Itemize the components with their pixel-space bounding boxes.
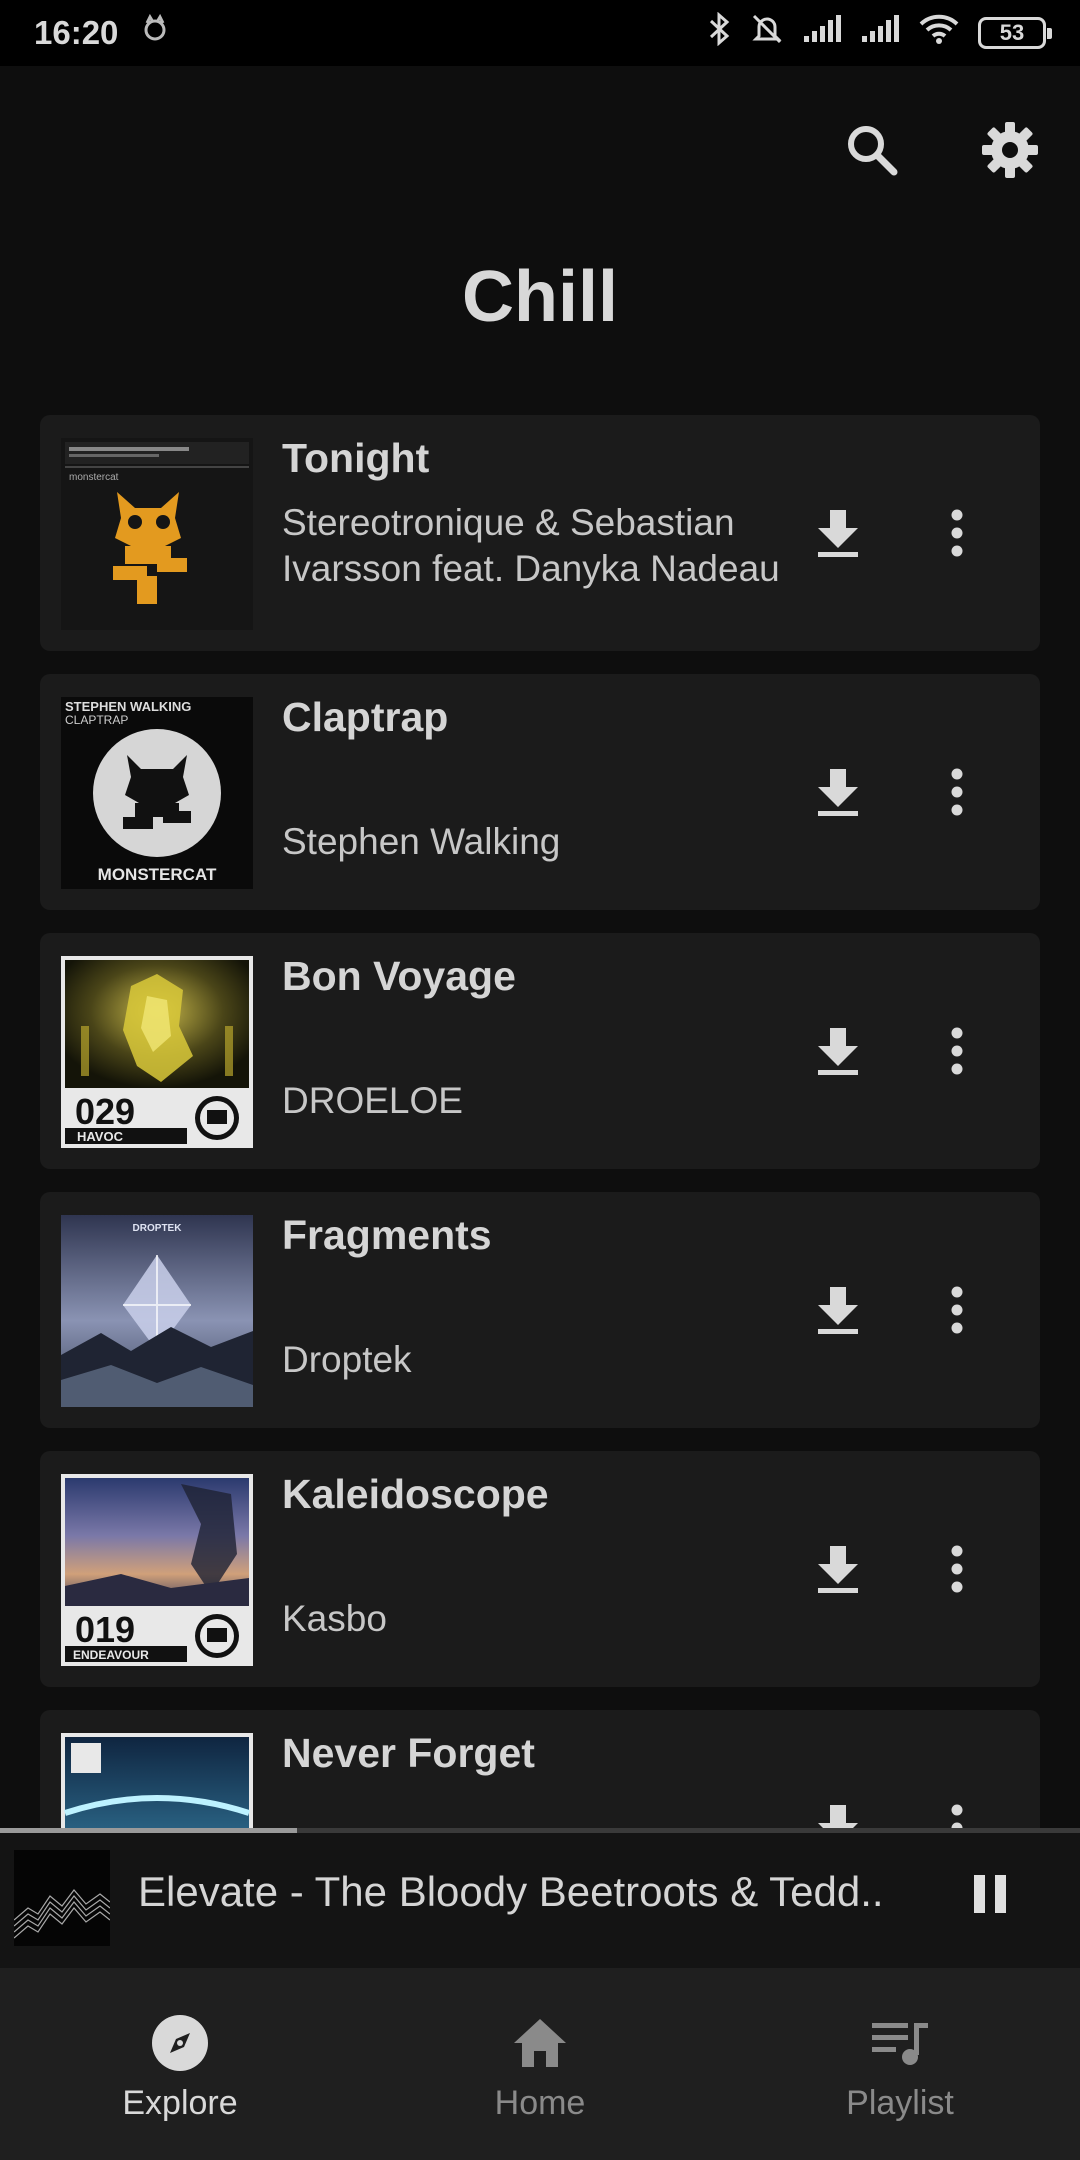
signal-icon <box>860 14 900 52</box>
song-title: Kaleidoscope <box>282 1471 549 1517</box>
cover-label: STEPHEN WALKING <box>65 699 191 714</box>
battery-icon: 53 <box>978 17 1052 49</box>
song-card[interactable]: monstercat Tonight Stereotronique & Seba… <box>40 415 1040 651</box>
battery-level: 53 <box>999 20 1025 45</box>
playlist-icon <box>870 2012 930 2074</box>
playback-progress-fill <box>0 1828 297 1833</box>
search-icon[interactable] <box>838 116 906 184</box>
album-cover: DROPTEK <box>61 1215 253 1407</box>
download-icon <box>818 769 858 816</box>
download-icon <box>818 1028 858 1075</box>
download-button[interactable] <box>803 498 873 568</box>
album-cover: STEPHEN WALKING CLAPTRAP MONSTERCAT <box>61 697 253 889</box>
home-icon <box>510 2012 570 2074</box>
nav-explore[interactable]: Explore <box>0 1968 360 2160</box>
playback-progress-track[interactable] <box>0 1828 1080 1833</box>
status-time: 16:20 <box>34 14 119 51</box>
download-icon <box>818 1287 858 1334</box>
song-title: Claptrap <box>282 694 449 740</box>
more-options-button[interactable] <box>937 1016 977 1086</box>
cover-label: DROPTEK <box>133 1223 183 1234</box>
song-list: monstercat Tonight Stereotronique & Seba… <box>40 415 1040 1969</box>
bottom-navigation: Explore Home Playlist <box>0 1968 1080 2160</box>
pause-icon <box>974 1875 1006 1913</box>
more-options-button[interactable] <box>937 498 977 568</box>
song-artist: Droptek <box>282 1339 412 1380</box>
song-artist: Kasbo <box>282 1598 387 1639</box>
more-vert-icon <box>951 1027 963 1075</box>
nav-label: Home <box>494 2083 586 2122</box>
gear-icon[interactable] <box>976 116 1044 184</box>
cover-sub: HAVOC <box>77 1129 124 1144</box>
top-app-bar <box>0 66 1080 232</box>
song-card[interactable]: 029 HAVOC Bon Voyage DROELOE <box>40 933 1040 1169</box>
song-artist: Stephen Walking <box>282 821 561 862</box>
wifi-icon <box>918 13 960 53</box>
download-button[interactable] <box>803 1275 873 1345</box>
album-cover: 019 ENDEAVOUR <box>61 1474 253 1666</box>
song-artist: DROELOE <box>282 1080 463 1121</box>
nav-label: Playlist <box>846 2083 954 2122</box>
cover-number: 019 <box>75 1609 135 1650</box>
cover-number: 029 <box>75 1091 135 1132</box>
more-options-button[interactable] <box>937 1275 977 1345</box>
nav-label: Explore <box>122 2083 238 2122</box>
download-button[interactable] <box>803 1534 873 1604</box>
bluetooth-icon <box>708 11 732 54</box>
song-card[interactable]: STEPHEN WALKING CLAPTRAP MONSTERCAT Clap… <box>40 674 1040 910</box>
song-artist: Stereotronique & Sebastian Ivarsson feat… <box>282 502 780 589</box>
pause-button[interactable] <box>960 1864 1020 1924</box>
mini-player[interactable]: Elevate - The Bloody Beetroots & Tedd.. <box>0 1828 1080 1968</box>
now-playing-cover <box>14 1850 110 1946</box>
song-card[interactable]: DROPTEK Fragments Droptek <box>40 1192 1040 1428</box>
compass-icon <box>150 2012 210 2074</box>
song-title: Never Forget <box>282 1730 535 1776</box>
nav-home[interactable]: Home <box>360 1968 720 2160</box>
album-cover: 029 HAVOC <box>61 956 253 1148</box>
signal-icon <box>802 14 842 52</box>
more-vert-icon <box>951 509 963 557</box>
page-title: Chill <box>462 257 618 337</box>
album-cover: monstercat <box>61 438 253 630</box>
status-bar: 16:20 53 <box>0 0 1080 66</box>
more-vert-icon <box>951 1286 963 1334</box>
cover-label: monstercat <box>69 472 119 483</box>
song-title: Bon Voyage <box>282 953 516 999</box>
more-vert-icon <box>951 768 963 816</box>
more-vert-icon <box>951 1545 963 1593</box>
more-options-button[interactable] <box>937 757 977 827</box>
cover-brand: MONSTERCAT <box>98 865 217 884</box>
song-card[interactable]: 019 ENDEAVOUR Kaleidoscope Kasbo <box>40 1451 1040 1687</box>
cover-sub: CLAPTRAP <box>65 713 128 727</box>
bell-off-icon <box>750 12 784 54</box>
download-icon <box>818 1546 858 1593</box>
nav-playlist[interactable]: Playlist <box>720 1968 1080 2160</box>
download-icon <box>818 510 858 557</box>
more-options-button[interactable] <box>937 1534 977 1604</box>
song-title: Tonight <box>282 435 430 481</box>
song-title: Fragments <box>282 1212 492 1258</box>
download-button[interactable] <box>803 757 873 827</box>
dog-app-icon <box>140 13 170 52</box>
download-button[interactable] <box>803 1016 873 1086</box>
cover-sub: ENDEAVOUR <box>73 1648 149 1662</box>
now-playing-text: Elevate - The Bloody Beetroots & Tedd.. <box>138 1868 884 1915</box>
